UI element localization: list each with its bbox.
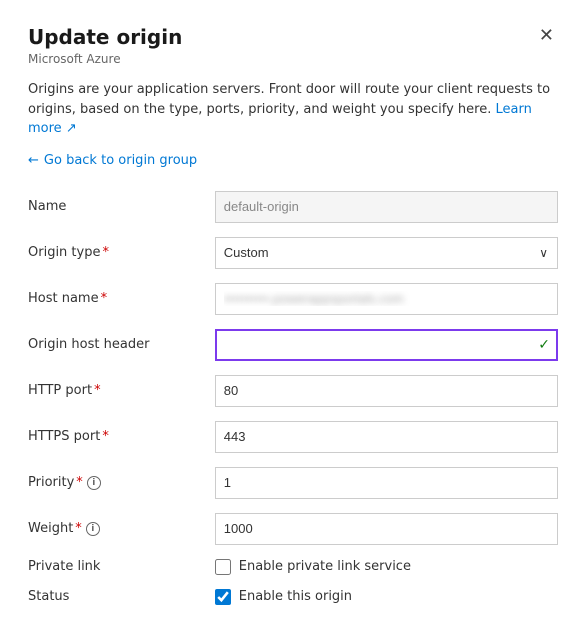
host-name-label: Host name xyxy=(28,291,99,306)
name-label: Name xyxy=(28,199,66,214)
origin-type-label: Origin type xyxy=(28,245,100,260)
close-button[interactable]: ✕ xyxy=(535,24,558,46)
back-to-origin-group-link[interactable]: ← Go back to origin group xyxy=(28,153,197,168)
status-wrap: Enable this origin xyxy=(215,589,558,605)
private-link-wrap: Enable private link service xyxy=(215,559,558,575)
priority-row: Priority * i xyxy=(28,460,558,506)
https-port-label: HTTPS port xyxy=(28,429,100,444)
description-text: Origins are your application servers. Fr… xyxy=(28,80,558,139)
form-table: Name Origin type * Custom xyxy=(28,184,558,612)
name-row: Name xyxy=(28,184,558,230)
http-port-required: * xyxy=(94,383,101,398)
origin-host-header-label: Origin host header xyxy=(28,337,149,352)
origin-type-select-wrap: Custom App services Storage Cloud servic… xyxy=(215,237,558,269)
origin-host-header-input[interactable] xyxy=(215,329,558,361)
panel-header: Update origin Microsoft Azure ✕ xyxy=(28,24,558,66)
weight-info-icon[interactable]: i xyxy=(86,522,100,536)
host-name-wrap xyxy=(215,283,558,315)
https-port-input[interactable] xyxy=(215,421,558,453)
private-link-checkbox[interactable] xyxy=(215,559,231,575)
panel-subtitle: Microsoft Azure xyxy=(28,52,182,66)
panel-title: Update origin xyxy=(28,24,182,50)
priority-required: * xyxy=(76,475,83,490)
http-port-label: HTTP port xyxy=(28,383,92,398)
origin-host-header-wrap: ✓ xyxy=(215,329,558,361)
weight-required: * xyxy=(75,521,82,536)
http-port-input[interactable] xyxy=(215,375,558,407)
http-port-row: HTTP port * xyxy=(28,368,558,414)
priority-info-icon[interactable]: i xyxy=(87,476,101,490)
origin-type-required: * xyxy=(102,245,109,260)
weight-input[interactable] xyxy=(215,513,558,545)
update-origin-panel: Update origin Microsoft Azure ✕ Origins … xyxy=(0,0,586,640)
https-port-row: HTTPS port * xyxy=(28,414,558,460)
status-checkbox-label: Enable this origin xyxy=(239,589,352,604)
host-name-row: Host name * xyxy=(28,276,558,322)
https-port-required: * xyxy=(102,429,109,444)
origin-type-row: Origin type * Custom App services Storag… xyxy=(28,230,558,276)
private-link-row: Private link Enable private link service xyxy=(28,552,558,582)
weight-label: Weight xyxy=(28,521,73,536)
weight-row: Weight * i xyxy=(28,506,558,552)
origin-host-header-row: Origin host header ✓ xyxy=(28,322,558,368)
title-block: Update origin Microsoft Azure xyxy=(28,24,182,66)
status-label: Status xyxy=(28,589,69,604)
priority-input[interactable] xyxy=(215,467,558,499)
host-name-required: * xyxy=(101,291,108,306)
private-link-checkbox-label: Enable private link service xyxy=(239,559,411,574)
origin-type-select[interactable]: Custom App services Storage Cloud servic… xyxy=(215,237,558,269)
status-checkbox[interactable] xyxy=(215,589,231,605)
external-link-icon: ↗ xyxy=(66,121,77,136)
private-link-label: Private link xyxy=(28,559,100,574)
name-input[interactable] xyxy=(215,191,558,223)
priority-label: Priority xyxy=(28,475,74,490)
host-name-input[interactable] xyxy=(215,283,558,315)
status-row: Status Enable this origin xyxy=(28,582,558,612)
back-arrow-icon: ← xyxy=(28,153,39,168)
